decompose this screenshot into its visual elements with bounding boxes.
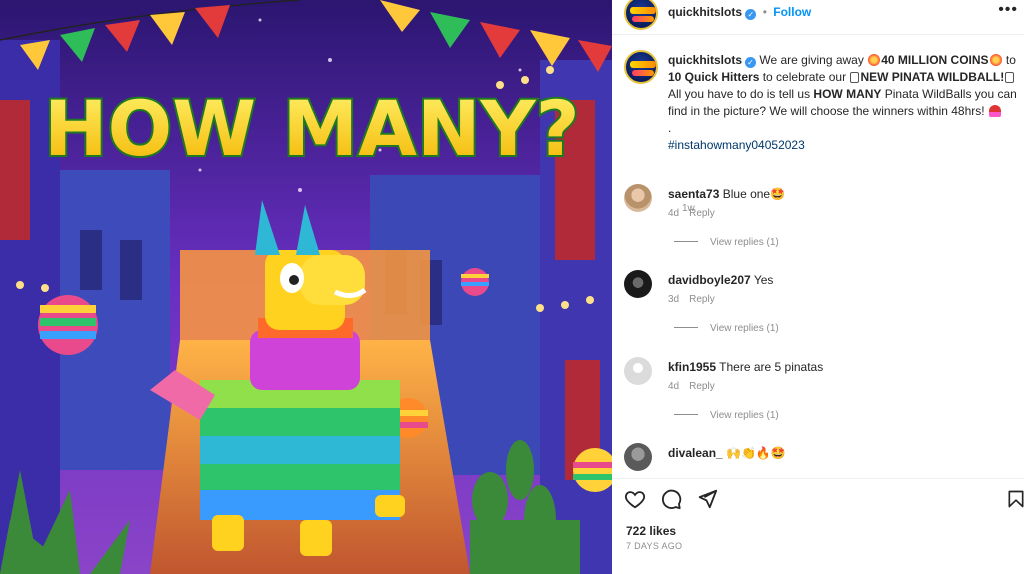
- comment-age: 4d: [668, 208, 680, 219]
- caption-quick-hitters: 10 Quick Hitters: [668, 70, 760, 84]
- comment-body: divalean_ 🙌👏🔥🤩: [668, 446, 786, 460]
- caption-coins: 40 MILLION COINS: [881, 53, 989, 67]
- commenter-avatar[interactable]: [624, 184, 652, 212]
- comment-body: saenta73 Blue one🤩: [668, 187, 785, 201]
- caption-avatar[interactable]: [624, 50, 658, 84]
- comment-username[interactable]: divalean_: [668, 446, 723, 460]
- comment-username[interactable]: davidboyle207: [668, 273, 751, 287]
- likes-count[interactable]: 722 likes: [626, 524, 676, 538]
- follow-button[interactable]: Follow: [773, 5, 811, 19]
- separator-dot: •: [762, 5, 767, 19]
- caption-text-part: All you have to do is tell us: [668, 87, 814, 101]
- comment-body: kfin1955 There are 5 pinatas: [668, 360, 823, 374]
- comment-username[interactable]: kfin1955: [668, 360, 716, 374]
- bookmark-icon[interactable]: [1006, 488, 1024, 510]
- view-replies-label: View replies (1): [710, 410, 779, 421]
- caption-text-part: to: [1002, 53, 1016, 67]
- reply-button[interactable]: Reply: [689, 208, 715, 219]
- collision-emoji-icon: [989, 54, 1002, 66]
- comment-icon[interactable]: [660, 488, 682, 510]
- caption-how-many: HOW MANY: [813, 87, 882, 101]
- view-replies-button[interactable]: View replies (1): [674, 323, 779, 334]
- commenter-avatar[interactable]: [624, 270, 652, 298]
- verified-badge-icon: ✓: [745, 57, 757, 68]
- comment: davidboyle207 Yes 3d Reply View replies (…: [624, 270, 1024, 340]
- replies-line: [674, 327, 698, 328]
- verified-badge-icon: ✓: [745, 9, 757, 20]
- header-username[interactable]: quickhitslots: [668, 5, 742, 19]
- share-icon[interactable]: [696, 488, 718, 510]
- pinata-artwork: HOW MANY?: [0, 0, 612, 574]
- replies-line: [674, 414, 698, 415]
- caption-text-part: We are giving away: [756, 53, 868, 67]
- caption-text-part: to celebrate our: [759, 70, 850, 84]
- comment: kfin1955 There are 5 pinatas 4d Reply Vie…: [624, 357, 1024, 427]
- pinata-ball-left: [38, 295, 98, 355]
- dancer-emoji-icon: [988, 105, 1001, 117]
- unknown-glyph-icon: [1005, 72, 1015, 83]
- comment-text: Blue one🤩: [722, 187, 786, 201]
- comment-text: 🙌👏🔥🤩: [726, 446, 786, 460]
- heart-icon[interactable]: [624, 488, 646, 510]
- reply-button[interactable]: Reply: [689, 381, 715, 392]
- header-divider: [612, 34, 1024, 35]
- action-bar: [624, 488, 1024, 512]
- caption-username[interactable]: quickhitslots: [668, 53, 742, 67]
- comment-meta: 3d Reply: [668, 294, 715, 305]
- actions-divider: [612, 478, 1024, 479]
- view-replies-button[interactable]: View replies (1): [674, 237, 779, 248]
- post-header: quickhitslots ✓ • Follow •••: [612, 0, 1024, 30]
- hashtag-link[interactable]: #instahowmany04052023: [668, 138, 805, 152]
- post-panel: quickhitslots ✓ • Follow ••• quickhitslo…: [612, 0, 1024, 574]
- caption-dot: .: [668, 121, 672, 135]
- collision-emoji-icon: [868, 54, 881, 66]
- post-date: 7 DAYS AGO: [626, 541, 683, 551]
- more-options-icon[interactable]: •••: [998, 1, 1018, 19]
- caption-pinata: NEW PINATA WILDBALL!: [860, 70, 1005, 84]
- comment: divalean_ 🙌👏🔥🤩: [624, 443, 1024, 475]
- reply-button[interactable]: Reply: [689, 294, 715, 305]
- view-replies-label: View replies (1): [710, 237, 779, 248]
- commenter-avatar[interactable]: [624, 443, 652, 471]
- commenter-avatar[interactable]: [624, 357, 652, 385]
- post-image[interactable]: HOW MANY?: [0, 0, 612, 574]
- unknown-glyph-icon: [850, 72, 860, 83]
- view-replies-button[interactable]: View replies (1): [674, 410, 779, 421]
- comment-username[interactable]: saenta73: [668, 187, 719, 201]
- account-avatar[interactable]: [624, 0, 658, 30]
- header-line: quickhitslots ✓ • Follow: [668, 5, 811, 20]
- view-replies-label: View replies (1): [710, 323, 779, 334]
- replies-line: [674, 241, 698, 242]
- comment-age: 4d: [668, 381, 680, 392]
- comment-meta: 4d Reply: [668, 208, 715, 219]
- comment-text: Yes: [753, 273, 774, 287]
- comment-body: davidboyle207 Yes: [668, 273, 773, 287]
- comment-meta: 4d Reply: [668, 381, 715, 392]
- comment: saenta73 Blue one🤩 4d Reply View replies …: [624, 184, 1024, 254]
- artwork-headline: HOW MANY?: [44, 84, 580, 173]
- comment-age: 3d: [668, 294, 680, 305]
- comment-text: There are 5 pinatas: [719, 360, 824, 374]
- pinata-ball-right: [461, 268, 489, 296]
- caption-text: quickhitslots ✓ We are giving away 40 MIL…: [668, 52, 1022, 154]
